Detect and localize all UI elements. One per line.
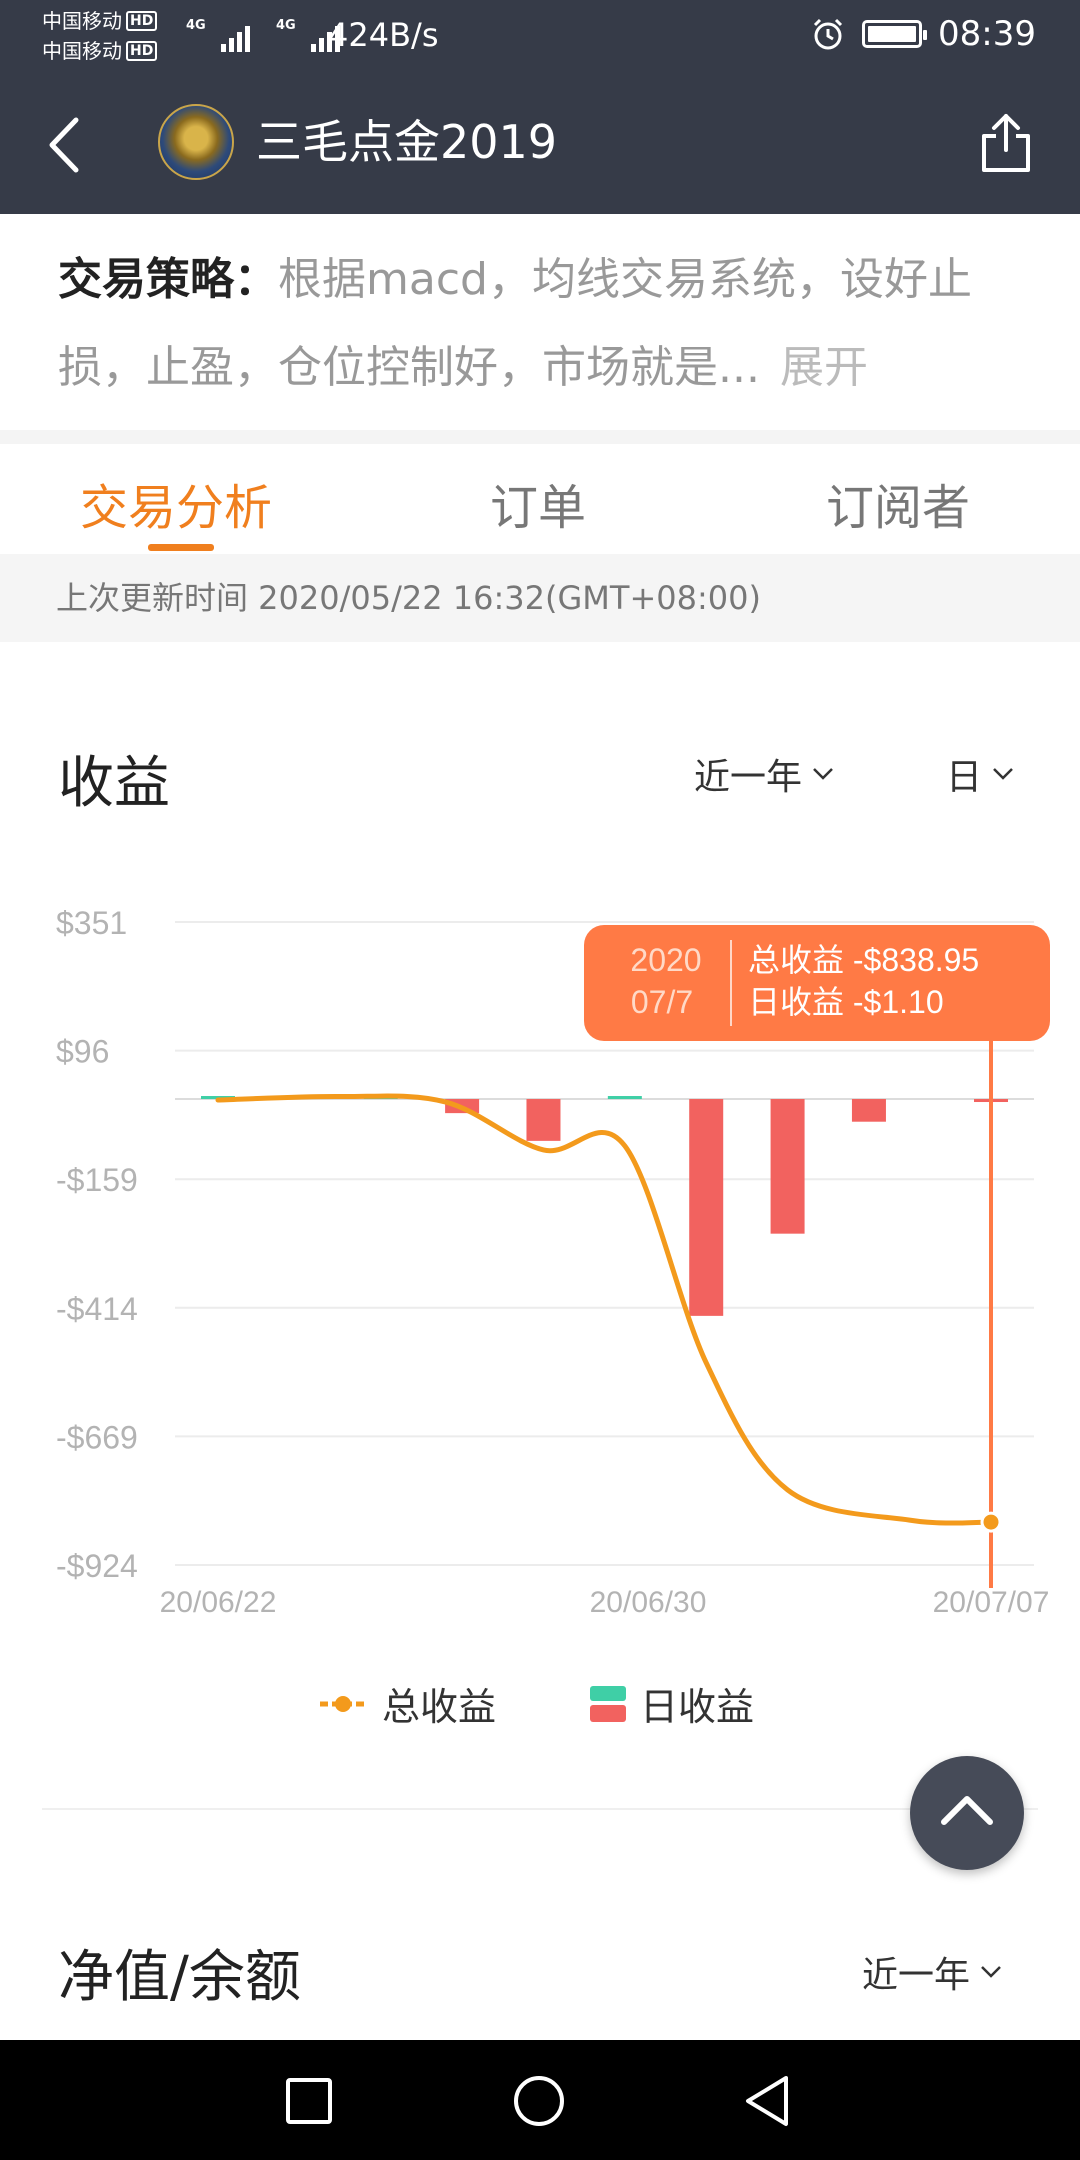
carrier-1: 中国移动 <box>42 9 122 33</box>
strategy-label: 交易策略： <box>58 254 278 305</box>
section-divider <box>42 1808 1038 1810</box>
home-icon[interactable] <box>512 2074 566 2128</box>
x-tick-label: 20/06/30 <box>590 1586 707 1619</box>
y-axis-labels: $351 $96 -$159 -$414 -$669 -$924 <box>56 905 138 1584</box>
hd-badge-2: HD <box>126 41 158 61</box>
chevron-up-icon <box>941 1796 993 1825</box>
net-speed: 424B/s <box>328 16 439 54</box>
nav-range-dropdown[interactable]: 近一年 <box>862 1946 1002 1998</box>
legend-total[interactable]: 总收益 <box>318 1676 496 1731</box>
expand-link[interactable]: 展开 <box>780 342 868 393</box>
range-dropdown[interactable]: 近一年 <box>694 748 834 800</box>
scroll-to-top-button[interactable] <box>910 1756 1024 1870</box>
section-separator <box>0 430 1080 444</box>
signal-1-icon: 4G <box>186 16 250 56</box>
battery-icon <box>862 20 928 48</box>
chart-tooltip: 2020 07/7 总收益 -$838.95 日收益 -$1.10 <box>584 925 1050 1041</box>
daily-profit-bar <box>607 1096 642 1100</box>
legend-daily-label: 日收益 <box>640 1685 755 1729</box>
x-tick-label: 20/07/07 <box>933 1586 1050 1619</box>
daily-profit-bar <box>689 1099 724 1316</box>
active-tab-indicator <box>148 544 214 551</box>
carrier-info: 中国移动 HD 中国移动 HD <box>42 6 158 66</box>
bar-marker-icon <box>590 1685 626 1722</box>
chevron-down-icon <box>993 768 1013 780</box>
legend-daily[interactable]: 日收益 <box>590 1676 754 1731</box>
y-tick-label: -$669 <box>56 1419 138 1455</box>
carrier-2: 中国移动 <box>42 39 122 63</box>
y-tick-label: -$414 <box>56 1291 138 1327</box>
x-tick-label: 20/06/22 <box>160 1586 277 1619</box>
line-marker-icon <box>320 1695 366 1712</box>
system-nav-bar <box>0 2040 1080 2160</box>
daily-profit-bar <box>526 1099 561 1141</box>
tooltip-year: 2020 <box>630 942 701 978</box>
y-tick-label: -$159 <box>56 1162 138 1198</box>
nav-range-label: 近一年 <box>862 1955 971 1996</box>
back-arrow-icon[interactable] <box>40 112 90 178</box>
chart-legend: 总收益 日收益 <box>0 1672 1080 1732</box>
recent-apps-icon[interactable] <box>284 2076 334 2126</box>
nav-balance-title: 净值/余额 <box>58 1945 301 2010</box>
daily-profit-bar <box>770 1099 805 1234</box>
daily-profit-bars <box>201 1096 1008 1316</box>
period-dropdown-label: 日 <box>946 757 983 798</box>
signal-indicators: 4G 4G <box>186 16 340 56</box>
period-dropdown[interactable]: 日 <box>946 748 1014 800</box>
highlight-point <box>980 1511 1002 1533</box>
tooltip-total: 总收益 -$838.95 <box>748 942 979 978</box>
total-profit-line <box>215 1093 994 1526</box>
avatar[interactable] <box>158 104 234 180</box>
page-title: 三毛点金2019 <box>256 115 558 169</box>
y-tick-label: -$924 <box>56 1548 138 1584</box>
profit-title: 收益 <box>58 751 170 816</box>
range-dropdown-label: 近一年 <box>694 757 803 798</box>
x-axis-labels: 20/06/22 20/06/30 20/07/07 <box>160 1586 1050 1619</box>
y-tick-label: $351 <box>56 905 127 941</box>
last-updated-text: 上次更新时间 2020/05/22 16:32(GMT+08:00) <box>0 554 1080 642</box>
tab-orders[interactable]: 订单 <box>490 468 586 538</box>
status-bar: 中国移动 HD 中国移动 HD 4G 4G 424B/s 08:39 <box>0 0 1080 74</box>
tab-bar: 交易分析 订单 订阅者 <box>0 444 1080 554</box>
strategy-description: 交易策略：根据macd，均线交易系统，设好止损，止盈，仓位控制好，市场就是...… <box>58 236 1038 412</box>
y-tick-label: $96 <box>56 1034 109 1070</box>
chevron-down-icon <box>981 1966 1001 1978</box>
tab-trade-analysis[interactable]: 交易分析 <box>80 468 272 538</box>
tooltip-daily: 日收益 -$1.10 <box>748 984 944 1020</box>
alarm-icon <box>813 18 843 50</box>
legend-total-label: 总收益 <box>382 1685 497 1729</box>
tooltip-date: 07/7 <box>631 984 693 1020</box>
app-header: 三毛点金2019 <box>0 74 1080 214</box>
back-icon[interactable] <box>742 2074 792 2128</box>
profit-chart[interactable]: $351$96-$159-$414-$669-$924 20/06/22 20/0… <box>0 860 1080 1640</box>
daily-profit-bar <box>851 1099 886 1122</box>
tab-subscribers[interactable]: 订阅者 <box>826 468 970 538</box>
hd-badge-1: HD <box>126 11 158 31</box>
share-icon[interactable] <box>978 110 1034 176</box>
chevron-down-icon <box>813 768 833 780</box>
clock: 08:39 <box>938 14 1036 54</box>
